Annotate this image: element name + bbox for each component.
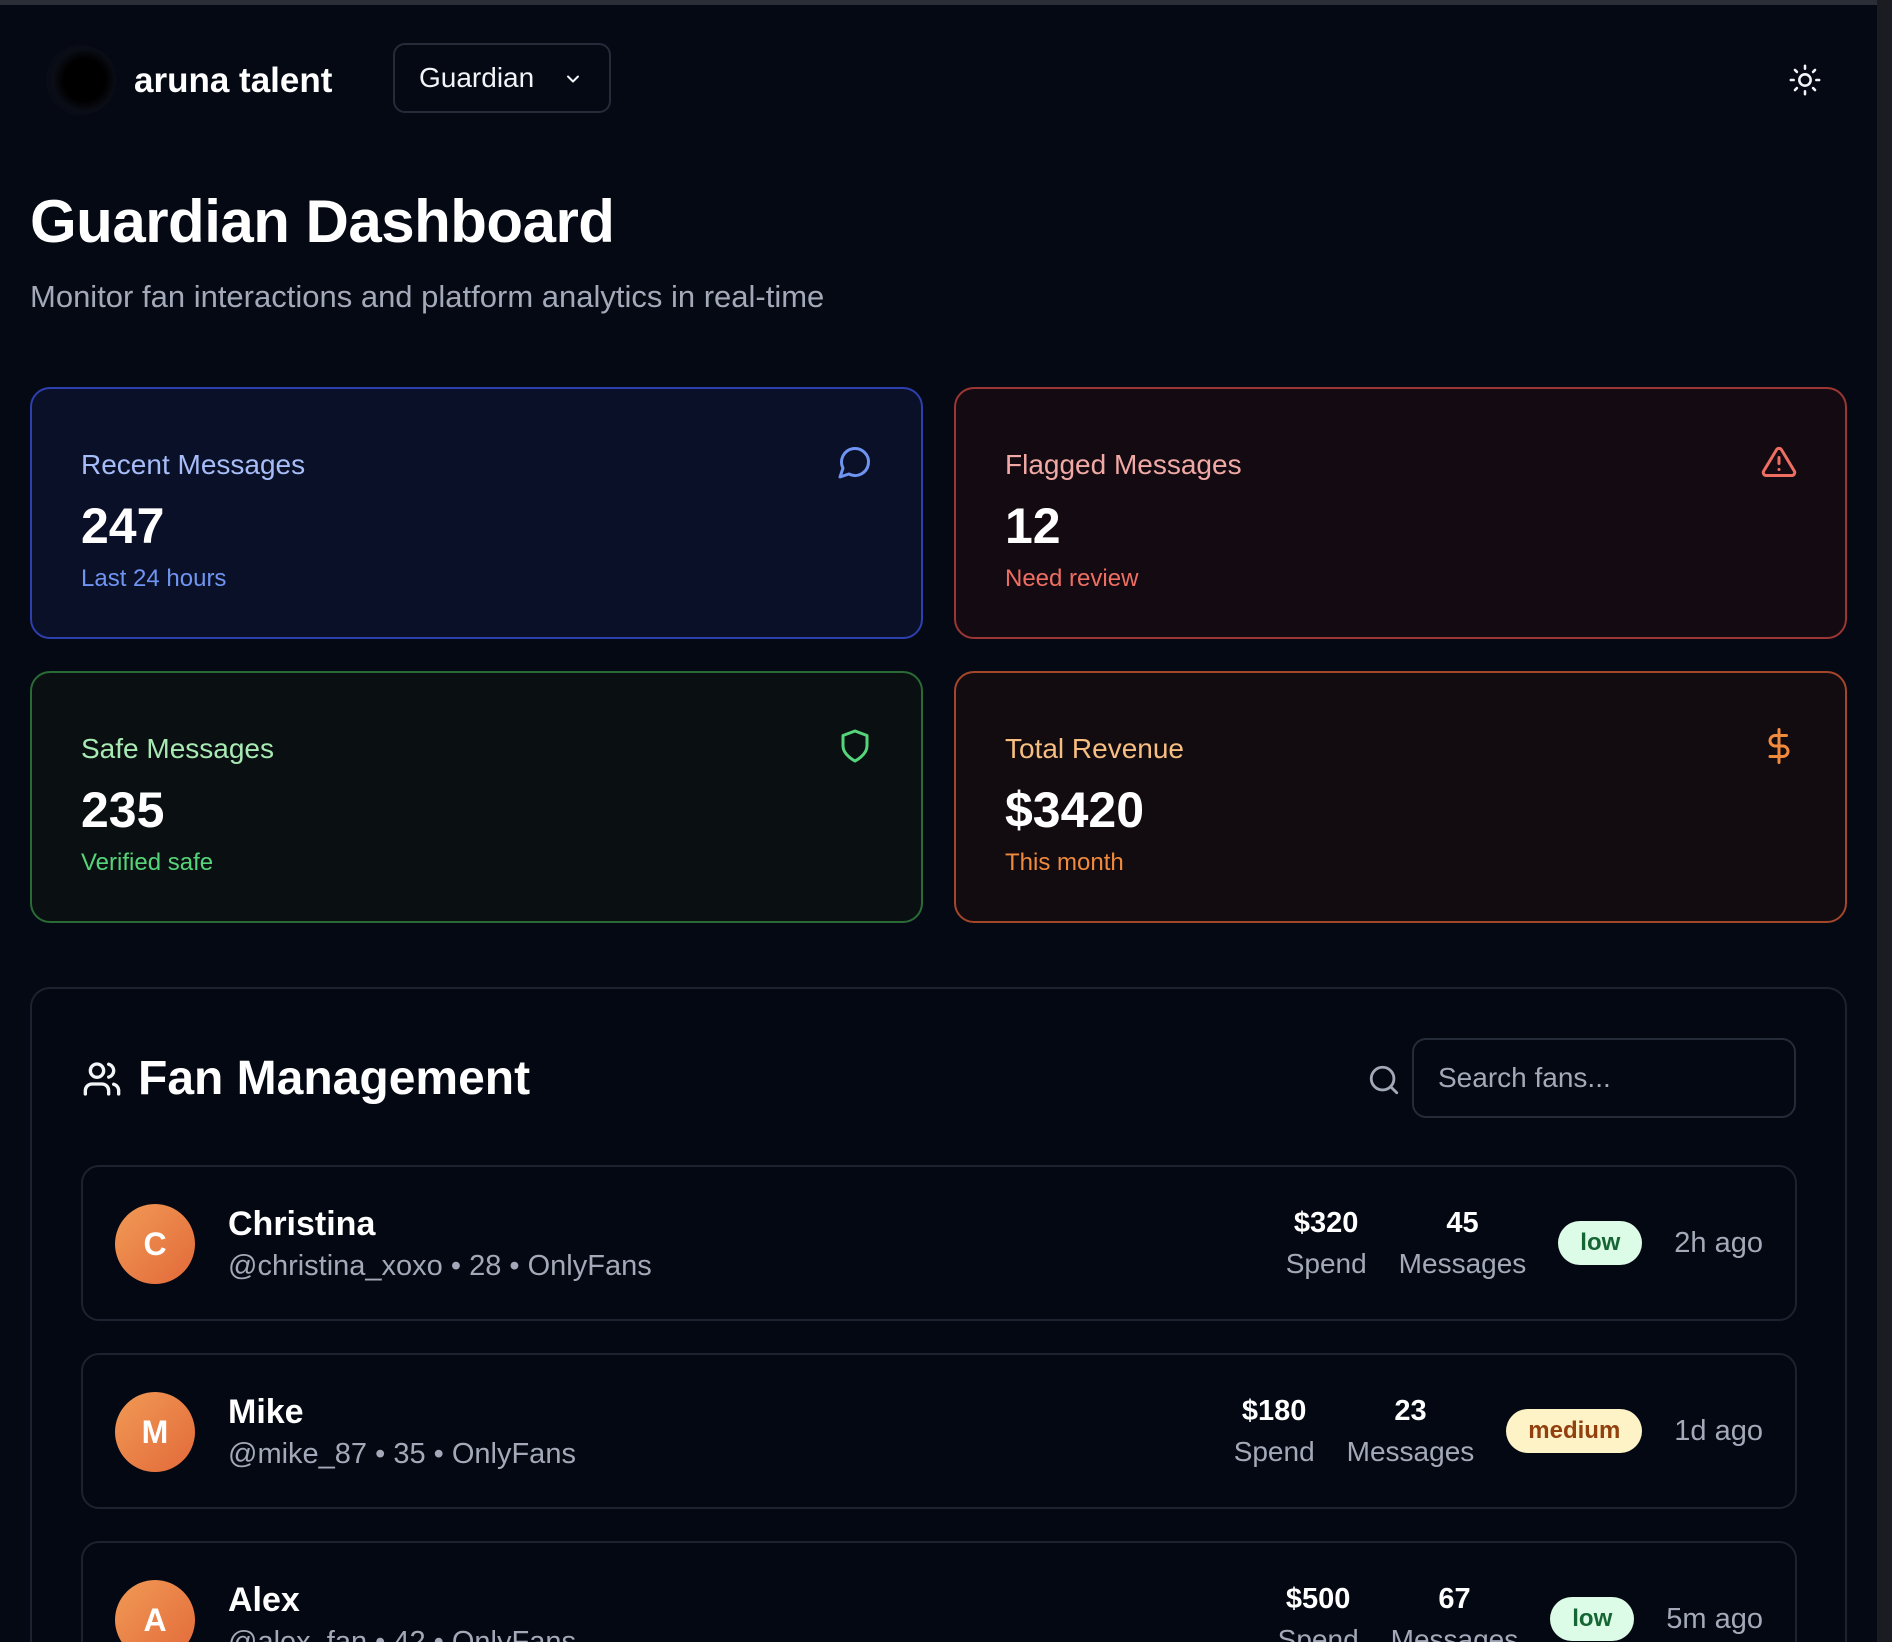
spend-value: $500 bbox=[1285, 1582, 1351, 1615]
fan-stats: $180 Spend 23 Messages medium 1d ago bbox=[1234, 1355, 1763, 1507]
role-select-value: Guardian bbox=[419, 62, 535, 93]
avatar: C bbox=[115, 1204, 195, 1284]
stat-note: Need review bbox=[1005, 565, 1139, 592]
stat-label: Safe Messages bbox=[81, 733, 274, 764]
alert-triangle-icon bbox=[1761, 446, 1797, 477]
risk-badge: low bbox=[1558, 1221, 1643, 1265]
spend-label: Spend bbox=[1277, 1623, 1359, 1642]
fan-name: Christina bbox=[228, 1205, 376, 1243]
fan-row[interactable]: C Christina @christina_xoxo • 28 • OnlyF… bbox=[81, 1165, 1797, 1321]
window-scrollbar[interactable] bbox=[1877, 0, 1892, 1642]
stat-label: Total Revenue bbox=[1005, 733, 1185, 764]
last-active: 5m ago bbox=[1666, 1602, 1763, 1635]
messages-label: Messages bbox=[1346, 1435, 1475, 1467]
fan-stats: $500 Spend 67 Messages low 5m ago bbox=[1278, 1543, 1763, 1642]
page-subtitle: Monitor fan interactions and platform an… bbox=[30, 279, 825, 314]
stat-value: 235 bbox=[81, 782, 165, 838]
fan-meta: @mike_87 • 35 • OnlyFans bbox=[228, 1438, 576, 1470]
stat-card-flagged-messages: Flagged Messages 12 Need review bbox=[954, 387, 1847, 639]
app-window: aruna talent Guardian Guardian Dashboard… bbox=[0, 0, 1877, 1642]
page-title: Guardian Dashboard bbox=[30, 188, 615, 255]
risk-badge: low bbox=[1550, 1597, 1635, 1641]
messages-value: 45 bbox=[1446, 1206, 1479, 1239]
stat-note: This month bbox=[1005, 849, 1124, 876]
fan-row[interactable]: M Mike @mike_87 • 35 • OnlyFans $180 Spe… bbox=[81, 1353, 1797, 1509]
last-active: 1d ago bbox=[1674, 1414, 1763, 1447]
messages-stat: 67 Messages bbox=[1391, 1583, 1519, 1642]
avatar: M bbox=[115, 1392, 195, 1472]
fan-meta: @alex_fan • 42 • OnlyFans bbox=[228, 1626, 576, 1642]
stat-label: Recent Messages bbox=[81, 449, 306, 480]
messages-stat: 45 Messages bbox=[1399, 1207, 1527, 1280]
fan-name: Mike bbox=[228, 1393, 304, 1431]
stat-note: Last 24 hours bbox=[81, 565, 227, 592]
sun-icon[interactable] bbox=[1788, 63, 1822, 97]
messages-stat: 23 Messages bbox=[1347, 1395, 1475, 1468]
brand-name: aruna talent bbox=[134, 61, 333, 100]
stat-card-recent-messages: Recent Messages 247 Last 24 hours bbox=[30, 387, 923, 639]
fan-row[interactable]: A Alex @alex_fan • 42 • OnlyFans $500 Sp… bbox=[81, 1541, 1797, 1642]
messages-value: 23 bbox=[1394, 1394, 1427, 1427]
fan-management-title: Fan Management bbox=[138, 1052, 531, 1105]
fan-meta: @christina_xoxo • 28 • OnlyFans bbox=[228, 1250, 652, 1282]
stat-value: 247 bbox=[81, 498, 165, 554]
last-active: 2h ago bbox=[1674, 1226, 1763, 1259]
logo[interactable] bbox=[46, 45, 116, 115]
messages-label: Messages bbox=[1390, 1623, 1519, 1642]
spend-stat: $500 Spend bbox=[1278, 1583, 1359, 1642]
chevron-down-icon bbox=[567, 75, 579, 83]
search-icon[interactable] bbox=[1367, 1063, 1401, 1097]
spend-stat: $180 Spend bbox=[1234, 1395, 1315, 1468]
users-icon bbox=[83, 1062, 121, 1096]
shield-icon bbox=[841, 729, 869, 763]
spend-label: Spend bbox=[1285, 1247, 1367, 1279]
spend-value: $320 bbox=[1293, 1206, 1359, 1239]
stat-value: $3420 bbox=[1005, 782, 1145, 838]
risk-badge: medium bbox=[1506, 1409, 1643, 1453]
stat-card-safe-messages: Safe Messages 235 Verified safe bbox=[30, 671, 923, 923]
message-circle-icon bbox=[838, 446, 871, 479]
fan-stats: $320 Spend 45 Messages low 2h ago bbox=[1286, 1167, 1763, 1319]
messages-label: Messages bbox=[1398, 1247, 1527, 1279]
messages-value: 67 bbox=[1438, 1582, 1471, 1615]
search-fans-input[interactable] bbox=[1412, 1038, 1796, 1118]
stat-value: 12 bbox=[1005, 498, 1061, 554]
spend-label: Spend bbox=[1233, 1435, 1315, 1467]
dollar-icon bbox=[1768, 728, 1790, 764]
stat-label: Flagged Messages bbox=[1005, 449, 1242, 480]
role-select[interactable]: Guardian bbox=[393, 43, 611, 113]
avatar: A bbox=[115, 1580, 195, 1642]
spend-stat: $320 Spend bbox=[1286, 1207, 1367, 1280]
stat-note: Verified safe bbox=[81, 849, 214, 876]
fan-management-panel: Fan Management C Christina @christina_xo… bbox=[30, 987, 1847, 1642]
top-header: aruna talent Guardian bbox=[30, 43, 1840, 117]
fan-name: Alex bbox=[228, 1581, 300, 1619]
stat-card-total-revenue: Total Revenue $3420 This month bbox=[954, 671, 1847, 923]
spend-value: $180 bbox=[1241, 1394, 1307, 1427]
